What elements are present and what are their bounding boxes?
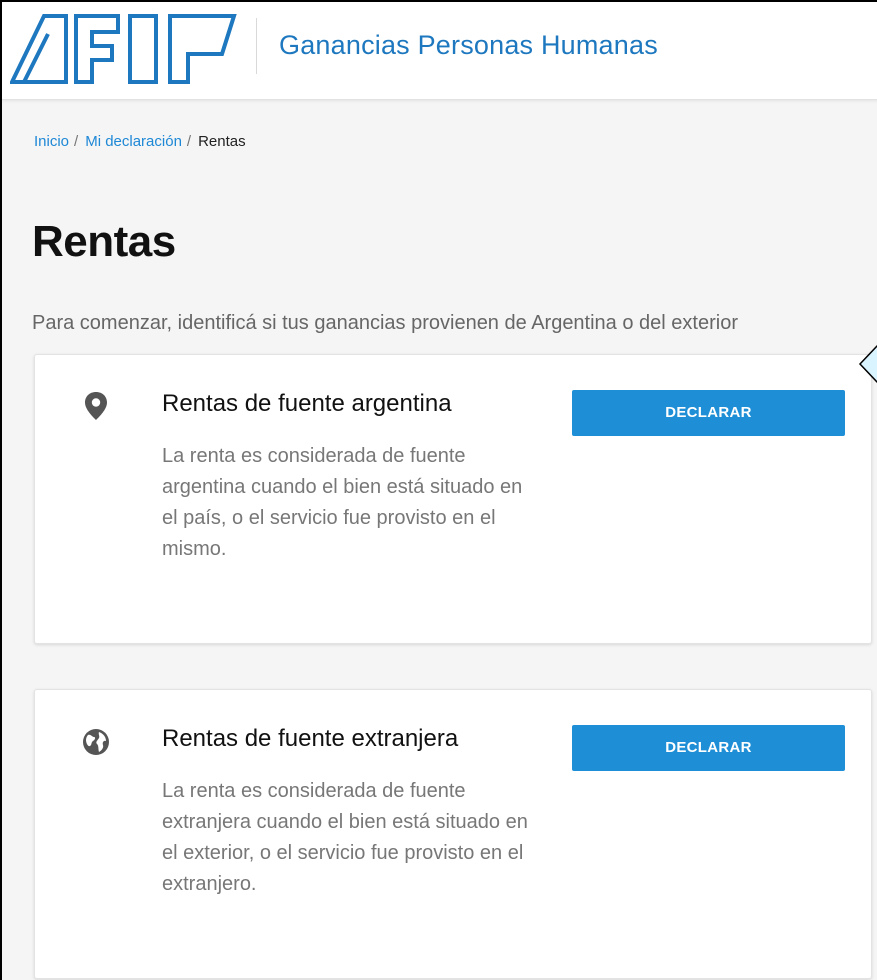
card-rentas-argentina: Rentas de fuente argentina La renta es c… xyxy=(34,354,872,644)
card-description: La renta es considerada de fuente argent… xyxy=(162,445,523,560)
pointer-cursor-icon xyxy=(858,345,877,383)
page-title: Rentas xyxy=(32,217,176,266)
breadcrumb-link-inicio[interactable]: Inicio xyxy=(34,133,69,150)
card-title: Rentas de fuente argentina xyxy=(162,390,452,417)
page-intro: Para comenzar, identificá si tus gananci… xyxy=(32,312,738,334)
map-pin-icon xyxy=(85,392,107,420)
breadcrumb-link-mi-declaracion[interactable]: Mi declaración xyxy=(85,133,182,150)
card-rentas-extranjera: Rentas de fuente extranjera La renta es … xyxy=(34,689,872,979)
header-divider xyxy=(256,18,257,74)
globe-icon xyxy=(83,729,109,755)
breadcrumb-separator: / xyxy=(74,133,79,150)
afip-logo[interactable] xyxy=(10,10,240,86)
app-header: Ganancias Personas Humanas xyxy=(2,2,877,100)
breadcrumb-separator: / xyxy=(186,133,192,150)
card-description: La renta es considerada de fuente extran… xyxy=(162,780,528,895)
page-frame: Ganancias Personas Humanas Inicio / Mi dec… xyxy=(0,0,877,980)
app-title[interactable]: Ganancias Personas Humanas xyxy=(279,30,658,61)
breadcrumb-current: Rentas xyxy=(198,133,246,150)
declarar-button-argentina[interactable]: DECLARAR xyxy=(572,390,845,436)
breadcrumb: Inicio / Mi declaración / Rentas xyxy=(34,133,246,150)
declarar-button-extranjera[interactable]: DECLARAR xyxy=(572,725,845,771)
card-title: Rentas de fuente extranjera xyxy=(162,725,459,752)
